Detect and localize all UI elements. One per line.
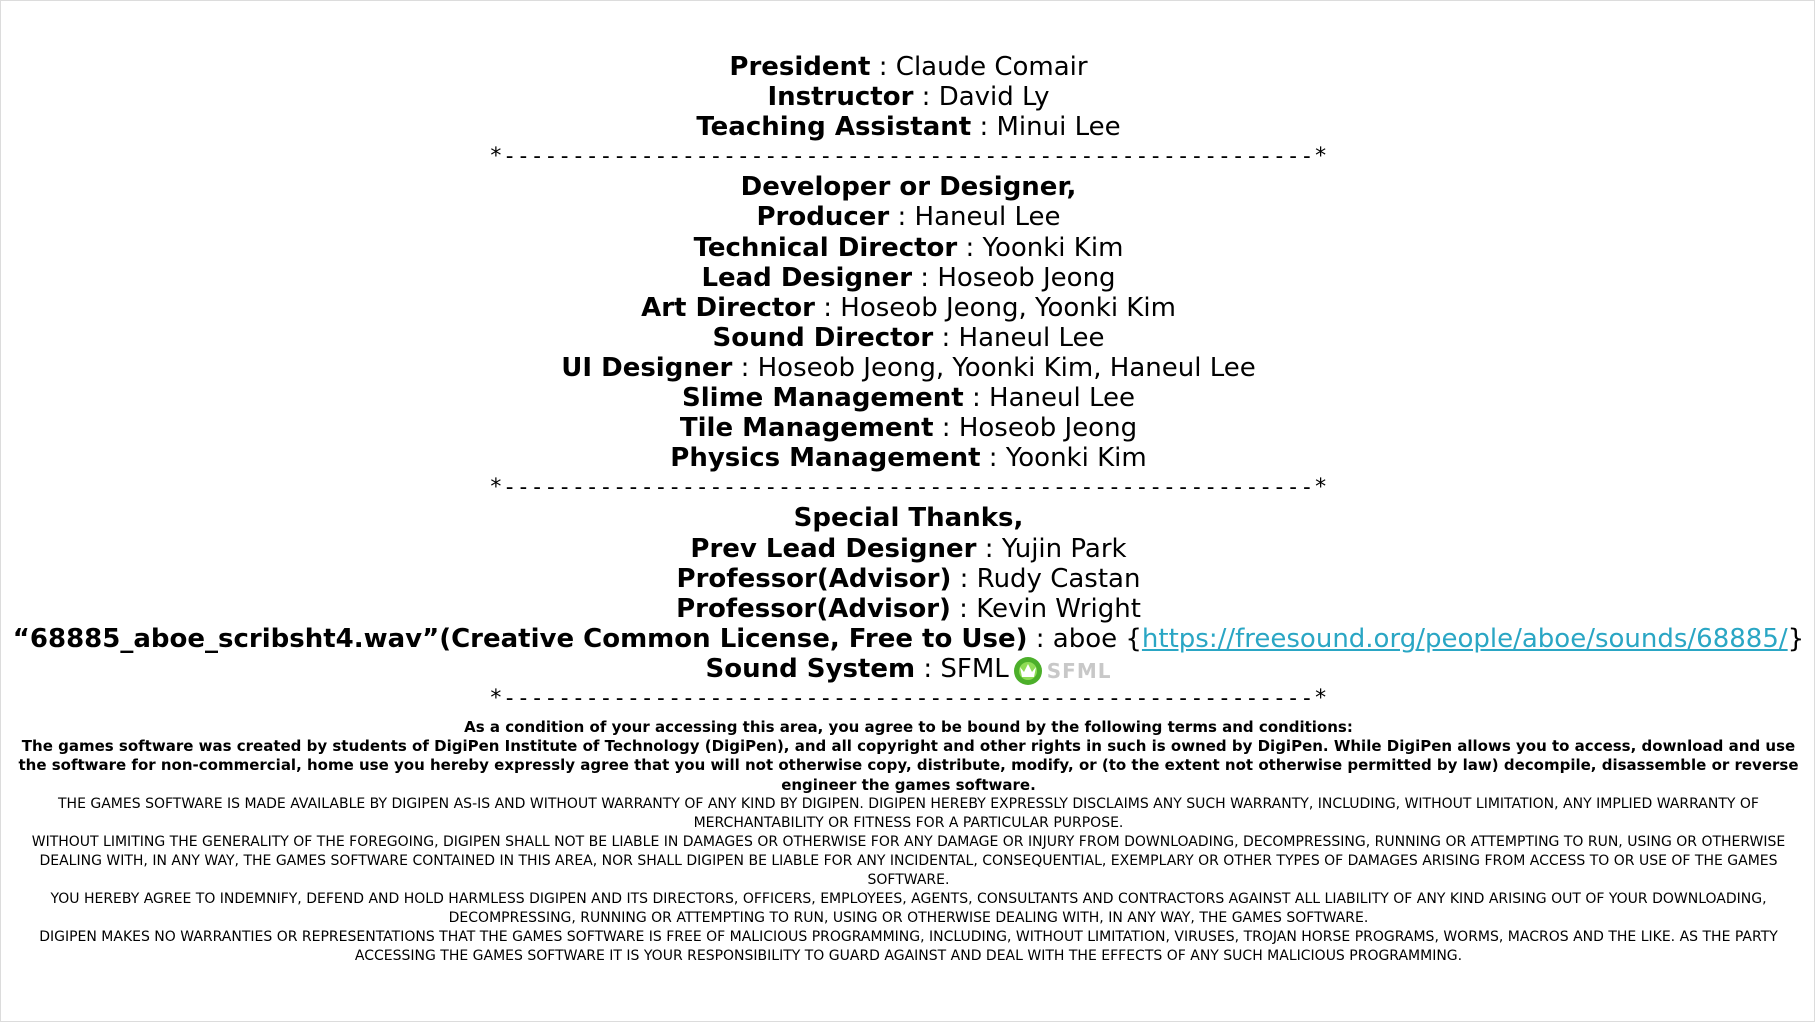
terms-intro: As a condition of your accessing this ar… (464, 718, 1353, 736)
credit-professor-advisor: Professor(Advisor) : Rudy Castan (0, 564, 1817, 594)
credit-colon: : (951, 563, 977, 594)
terms-paragraph-2: THE GAMES SOFTWARE IS MADE AVAILABLE BY … (58, 795, 1759, 831)
credit-role: Prev Lead Designer (690, 533, 977, 564)
credit-role: Physics Management (670, 443, 981, 474)
close-brace: } (1787, 623, 1805, 654)
credit-technical-director: Technical Director : Yoonki Kim (0, 233, 1817, 263)
credits-section: President : Claude Comair Instructor : D… (0, 52, 1817, 715)
credit-name: Haneul Lee (958, 322, 1105, 353)
terms-paragraph-3: WITHOUT LIMITING THE GENERALITY OF THE F… (31, 833, 1786, 888)
terms-paragraph-1: The games software was created by studen… (18, 737, 1799, 794)
credit-colon: : (980, 443, 1006, 474)
credit-colon: : (963, 383, 990, 414)
credit-colon: : (933, 413, 959, 444)
credit-name: Rudy Castan (976, 563, 1141, 594)
terms-paragraph-4: YOU HEREBY AGREE TO INDEMNIFY, DEFEND AN… (50, 890, 1767, 926)
credit-role: UI Designer (561, 352, 733, 383)
freesound-link[interactable]: https://freesound.org/people/aboe/sounds… (1142, 624, 1788, 654)
credit-teaching-assistant: Teaching Assistant : Minui Lee (0, 112, 1817, 142)
credit-role: Producer (756, 202, 890, 233)
credit-name: Hoseob Jeong (937, 262, 1116, 293)
credit-name: Hoseob Jeong, Yoonki Kim, Haneul Lee (757, 352, 1256, 383)
credit-instructor: Instructor : David Ly (0, 82, 1817, 112)
credit-name: Haneul Lee (989, 383, 1135, 414)
credit-name: David Ly (938, 82, 1050, 113)
special-thanks-heading: Special Thanks, (793, 503, 1024, 534)
separator-line: *---------------------------------------… (489, 686, 1328, 712)
credit-name: aboe (1052, 623, 1118, 654)
credit-role: Tile Management (679, 413, 934, 444)
credit-role: Art Director (641, 292, 815, 323)
credit-colon: : (889, 202, 915, 233)
credit-colon: : (870, 52, 896, 82)
credit-role: Technical Director (693, 232, 958, 263)
credit-role: Teaching Assistant (696, 112, 972, 143)
credit-professor-advisor: Professor(Advisor) : Kevin Wright (0, 594, 1817, 624)
credit-role: President (729, 52, 871, 82)
credit-colon: : (1027, 623, 1053, 654)
credit-colon: : (957, 232, 983, 263)
open-brace: { (1125, 623, 1142, 654)
credit-name: Haneul Lee (914, 202, 1061, 233)
credit-colon: : (915, 653, 941, 684)
sfml-logo-text: SFML (1046, 659, 1112, 684)
terms-section: As a condition of your accessing this ar… (8, 718, 1809, 966)
credit-sound-effect: “68885_aboe_scribsht4.wav”(Creative Comm… (0, 624, 1817, 654)
credit-name: Hoseob Jeong, Yoonki Kim (840, 292, 1176, 323)
credit-physics-management: Physics Management : Yoonki Kim (0, 443, 1817, 473)
credit-producer: Producer : Haneul Lee (0, 202, 1817, 232)
credit-colon: : (913, 82, 939, 113)
credit-tile-management: Tile Management : Hoseob Jeong (0, 413, 1817, 443)
credit-colon: : (814, 292, 841, 323)
credit-colon: : (912, 262, 938, 293)
credit-name: Minui Lee (996, 112, 1121, 143)
separator-line: *---------------------------------------… (489, 144, 1328, 170)
credit-name: Yoonki Kim (1005, 443, 1147, 474)
credit-art-director: Art Director : Hoseob Jeong, Yoonki Kim (0, 293, 1817, 323)
credit-name: Yujin Park (1001, 533, 1127, 564)
credit-sound-director: Sound Director : Haneul Lee (0, 323, 1817, 353)
separator-line: *---------------------------------------… (489, 475, 1328, 501)
credit-role: “68885_aboe_scribsht4.wav”(Creative Comm… (12, 623, 1028, 654)
terms-paragraph-5: DIGIPEN MAKES NO WARRANTIES OR REPRESENT… (39, 928, 1778, 964)
credit-role: Sound Director (712, 322, 934, 353)
credit-prev-lead-designer: Prev Lead Designer : Yujin Park (0, 534, 1817, 564)
credit-role: Instructor (767, 82, 914, 113)
credit-name: Yoonki Kim (982, 232, 1124, 263)
credit-sound-system: Sound System : SFML SFML (0, 653, 1817, 686)
credit-colon: : (971, 112, 997, 143)
credit-role: Slime Management (682, 383, 964, 414)
credit-ui-designer: UI Designer : Hoseob Jeong, Yoonki Kim, … (0, 353, 1817, 383)
sfml-logo-icon (1013, 657, 1042, 686)
credit-name: Kevin Wright (976, 593, 1141, 624)
credit-lead-designer: Lead Designer : Hoseob Jeong (0, 263, 1817, 293)
sfml-logo: SFML (1011, 656, 1112, 686)
credit-name: SFML (940, 653, 1009, 684)
credit-colon: : (950, 593, 977, 624)
credit-slime-management: Slime Management : Haneul Lee (0, 383, 1817, 413)
credit-role: Sound System (705, 653, 916, 684)
credit-role: Professor(Advisor) (676, 563, 952, 594)
credit-president: President : Claude Comair (0, 52, 1817, 82)
credit-colon: : (732, 352, 758, 383)
credit-role: Professor(Advisor) (676, 593, 951, 624)
credit-name: Claude Comair (895, 52, 1088, 82)
developers-heading: Developer or Designer, (740, 172, 1077, 203)
credit-colon: : (976, 533, 1002, 564)
credit-role: Lead Designer (701, 262, 913, 293)
credit-name: Hoseob Jeong (958, 413, 1138, 444)
credit-colon: : (933, 322, 959, 353)
